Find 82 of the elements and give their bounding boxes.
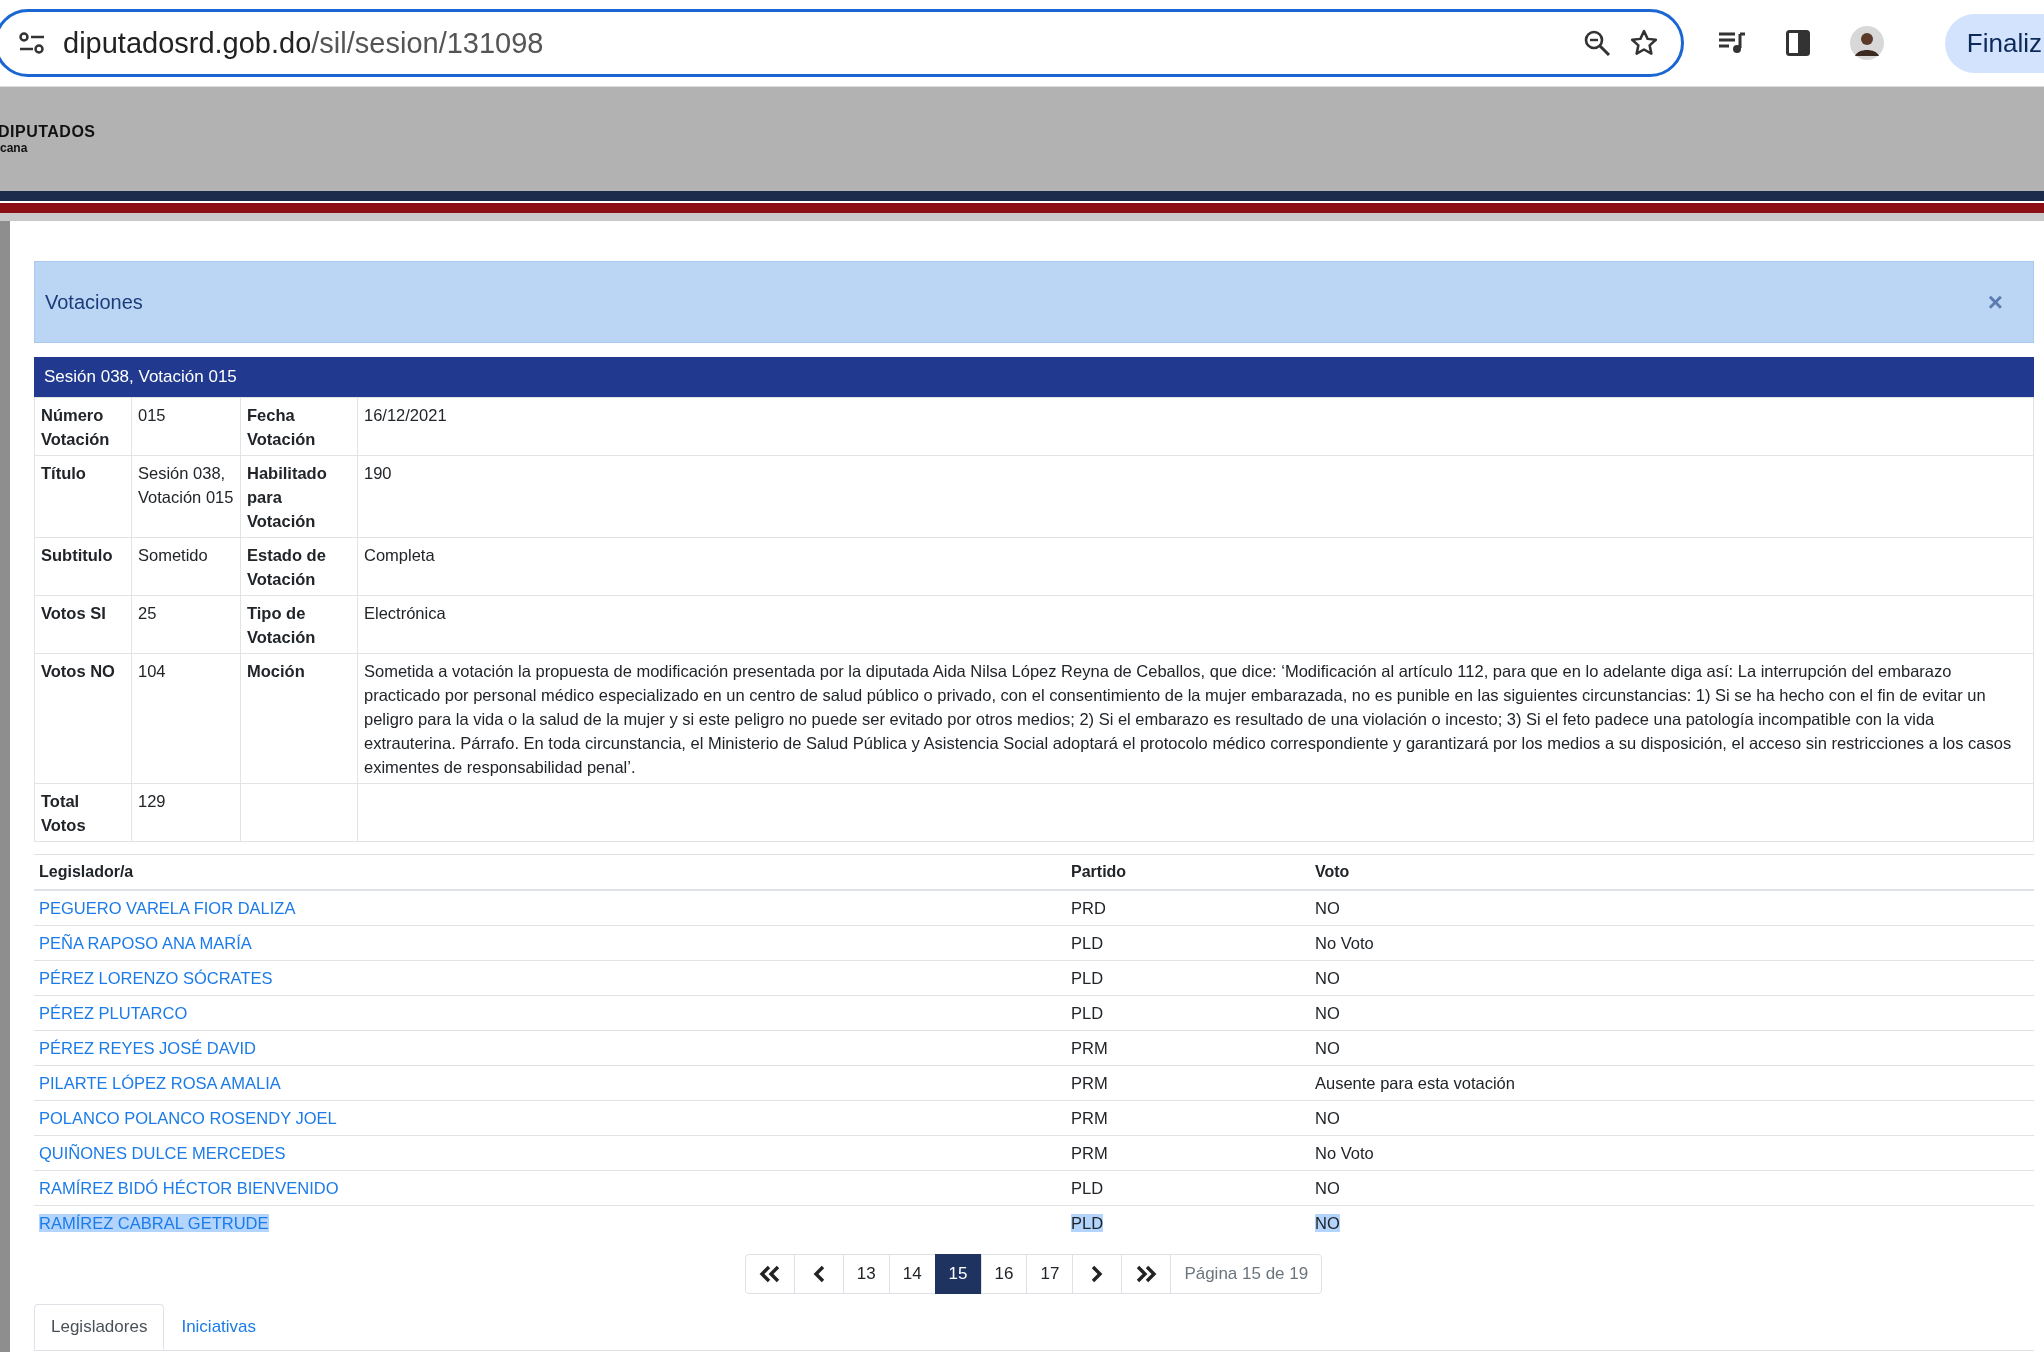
session-bar: Sesión 038, Votación 015 bbox=[34, 357, 2034, 397]
vote-text: NO bbox=[1315, 1179, 1340, 1197]
legislator-link[interactable]: POLANCO POLANCO ROSENDY JOEL bbox=[39, 1109, 337, 1127]
page-button[interactable]: 16 bbox=[980, 1254, 1028, 1294]
party-text: PLD bbox=[1071, 1214, 1104, 1232]
legislator-link[interactable]: RAMÍREZ BIDÓ HÉCTOR BIENVENIDO bbox=[39, 1179, 339, 1197]
modal-title: Votaciones bbox=[45, 290, 143, 314]
page-info: Página 15 de 19 bbox=[1170, 1254, 1323, 1294]
star-icon[interactable] bbox=[1629, 28, 1659, 58]
field-value: 129 bbox=[131, 783, 241, 842]
vote-text: NO bbox=[1315, 1109, 1340, 1127]
avatar-icon[interactable] bbox=[1850, 26, 1884, 60]
party-text: PRM bbox=[1071, 1109, 1108, 1127]
party-text: PRM bbox=[1071, 1144, 1108, 1162]
field-value: 25 bbox=[131, 595, 241, 654]
field-label: Subtitulo bbox=[34, 537, 132, 596]
side-panel-icon[interactable] bbox=[1786, 30, 1810, 56]
page-button[interactable]: 15 bbox=[934, 1254, 982, 1294]
party-text: PRD bbox=[1071, 899, 1106, 917]
address-bar[interactable]: diputadosrd.gob.do/sil/sesion/131098 bbox=[0, 9, 1684, 77]
legislator-link[interactable]: RAMÍREZ CABRAL GETRUDE bbox=[39, 1214, 269, 1232]
vote-text: NO bbox=[1315, 1214, 1340, 1232]
tune-icon[interactable] bbox=[19, 32, 45, 54]
legislator-link[interactable]: PILARTE LÓPEZ ROSA AMALIA bbox=[39, 1074, 281, 1092]
field-label: Estado de Votación bbox=[240, 537, 358, 596]
last-page-button[interactable] bbox=[1121, 1254, 1172, 1294]
first-page-button[interactable] bbox=[744, 1254, 795, 1294]
vote-text: NO bbox=[1315, 899, 1340, 917]
field-value: Sometido bbox=[131, 537, 241, 596]
legislator-link[interactable]: PÉREZ PLUTARCO bbox=[39, 1004, 188, 1022]
close-button[interactable]: × bbox=[1981, 285, 2009, 319]
legislator-link[interactable]: QUIÑONES DULCE MERCEDES bbox=[39, 1144, 286, 1162]
vote-text: NO bbox=[1315, 1004, 1340, 1022]
field-value: Electrónica bbox=[357, 595, 2034, 654]
page-button[interactable]: 13 bbox=[842, 1254, 890, 1294]
field-value: 16/12/2021 bbox=[357, 397, 2034, 456]
column-header: Voto bbox=[1315, 863, 1350, 880]
column-header: Partido bbox=[1071, 863, 1127, 880]
party-text: PLD bbox=[1071, 1004, 1104, 1022]
field-label: Fecha Votación bbox=[240, 397, 358, 456]
vote-text: NO bbox=[1315, 969, 1340, 987]
party-text: PLD bbox=[1071, 969, 1104, 987]
double-chevron-left-icon bbox=[758, 1265, 781, 1283]
field-label: Tipo de Votación bbox=[240, 595, 358, 654]
vote-text: Ausente para esta votación bbox=[1315, 1074, 1515, 1092]
party-text: PLD bbox=[1071, 1179, 1104, 1197]
legislator-link[interactable]: PÉREZ REYES JOSÉ DAVID bbox=[39, 1039, 256, 1057]
party-text: PLD bbox=[1071, 934, 1104, 952]
logo-subtitle: cana bbox=[0, 141, 29, 155]
finish-button[interactable]: Finaliz bbox=[1944, 13, 2044, 73]
field-value: Sesión 038, Votación 015 bbox=[131, 455, 241, 538]
legislator-link[interactable]: PEÑA RAPOSO ANA MARÍA bbox=[39, 934, 252, 952]
field-label: Total Votos bbox=[34, 783, 132, 842]
field-label: Moción bbox=[240, 653, 358, 784]
field-value: 104 bbox=[131, 653, 241, 784]
page-button[interactable]: 17 bbox=[1026, 1254, 1074, 1294]
next-page-button[interactable] bbox=[1072, 1254, 1123, 1294]
double-chevron-right-icon bbox=[1135, 1265, 1158, 1283]
field-value: 190 bbox=[357, 455, 2034, 538]
previous-page-button[interactable] bbox=[793, 1254, 844, 1294]
party-text: PRM bbox=[1071, 1039, 1108, 1057]
column-header: Legislador/a bbox=[39, 863, 134, 880]
field-value: Completa bbox=[357, 537, 2034, 596]
vote-text: NO bbox=[1315, 1039, 1340, 1057]
page-button[interactable]: 14 bbox=[888, 1254, 936, 1294]
vote-text: No Voto bbox=[1315, 934, 1374, 952]
playlist-icon[interactable] bbox=[1718, 31, 1746, 55]
tab[interactable]: Iniciativas bbox=[164, 1304, 274, 1350]
field-label: Número Votación bbox=[34, 397, 132, 456]
url-text: diputadosrd.gob.do/sil/sesion/131098 bbox=[63, 26, 545, 60]
zoom-out-icon[interactable] bbox=[1583, 29, 1611, 57]
field-value: Sometida a votación la propuesta de modificación presentada por la diputada Aida Nilsa López Reyna de Ceballos, que dice: ‘Modificación al artículo 112, para que en lo adelante diga así: La interrupción del embarazo practicado por personal médico especializado en un centro de salud público o privado, con el consentimiento de la mujer embarazada, no es punible en las siguientes circunstancias: 1) Si se ha hecho con el fin de evitar un peligro para la vida o la salud de la mujer y si este peligro no puede ser evitado por otros medios; 2) Si el embarazo es resultado de una violación o incesto; 3) Si el feto padece una patología incompatible con la vida extrauterina. Párrafo. En toda circunstancia, el Ministerio de Salud Pública y Asistencia Social adoptará el protocolo médico correspondiente y garantizará por los medios a su disposición, el acceso sin restricciones a los casos eximentes de responsabilidad penal’. bbox=[357, 653, 2034, 784]
legislator-link[interactable]: PÉREZ LORENZO SÓCRATES bbox=[39, 969, 273, 987]
vote-text: No Voto bbox=[1315, 1144, 1374, 1162]
field-label: Habilitado para Votación bbox=[240, 455, 358, 538]
field-label: Título bbox=[34, 455, 132, 538]
field-label: Votos NO bbox=[34, 653, 132, 784]
legislator-link[interactable]: PEGUERO VARELA FIOR DALIZA bbox=[39, 899, 296, 917]
field-value: 015 bbox=[131, 397, 241, 456]
tab[interactable]: Legisladores bbox=[34, 1304, 165, 1350]
party-text: PRM bbox=[1071, 1074, 1108, 1092]
field-label: Votos SI bbox=[34, 595, 132, 654]
